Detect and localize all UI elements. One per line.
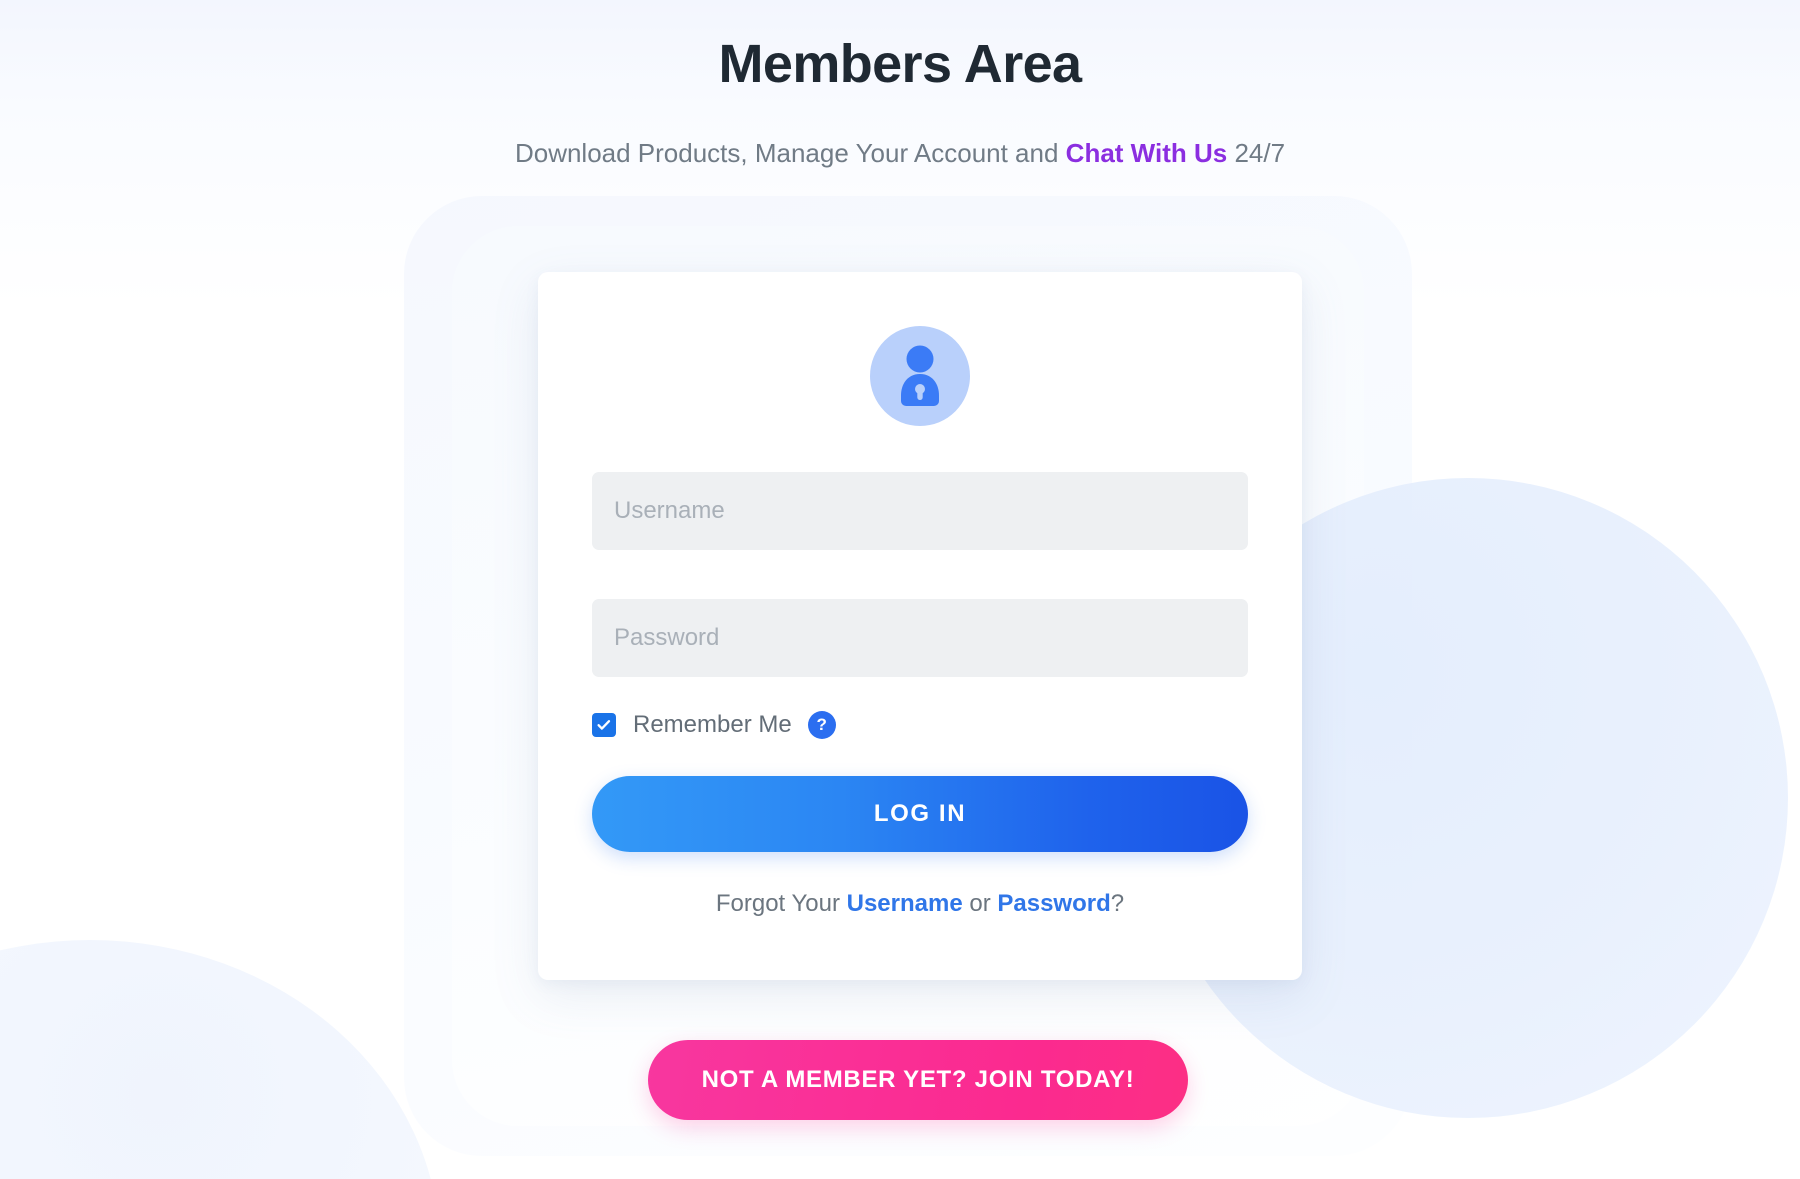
remember-me-checkbox[interactable] [592,713,616,737]
page-subtitle: Download Products, Manage Your Account a… [0,138,1800,169]
forgot-password-link[interactable]: Password [997,890,1110,917]
subtitle-text-before: Download Products, Manage Your Account a… [514,138,1066,168]
login-card: Remember Me ? LOG IN Forgot Your Usernam… [538,272,1302,980]
subtitle-text-after: 24/7 [1227,138,1286,168]
members-area-page: Members Area Download Products, Manage Y… [0,0,1800,1179]
remember-me-label: Remember Me [633,711,792,738]
join-today-button[interactable]: NOT A MEMBER YET? JOIN TODAY! [648,1040,1188,1120]
checkmark-icon [597,720,611,730]
chat-with-us-link[interactable]: Chat With Us [1066,138,1228,168]
login-card-content: Remember Me ? LOG IN Forgot Your Usernam… [592,272,1248,980]
forgot-credentials-line: Forgot Your Username or Password? [592,890,1248,918]
forgot-suffix: ? [1110,890,1125,917]
forgot-prefix: Forgot Your [715,890,847,917]
remember-me-row: Remember Me ? [592,709,836,741]
question-mark-icon[interactable]: ? [807,711,836,739]
username-input[interactable] [592,472,1248,550]
forgot-separator: or [962,890,998,917]
login-button[interactable]: LOG IN [592,776,1248,852]
user-lock-icon [870,326,970,426]
password-input[interactable] [592,599,1248,677]
page-title: Members Area [718,34,1083,94]
forgot-username-link[interactable]: Username [847,890,963,917]
